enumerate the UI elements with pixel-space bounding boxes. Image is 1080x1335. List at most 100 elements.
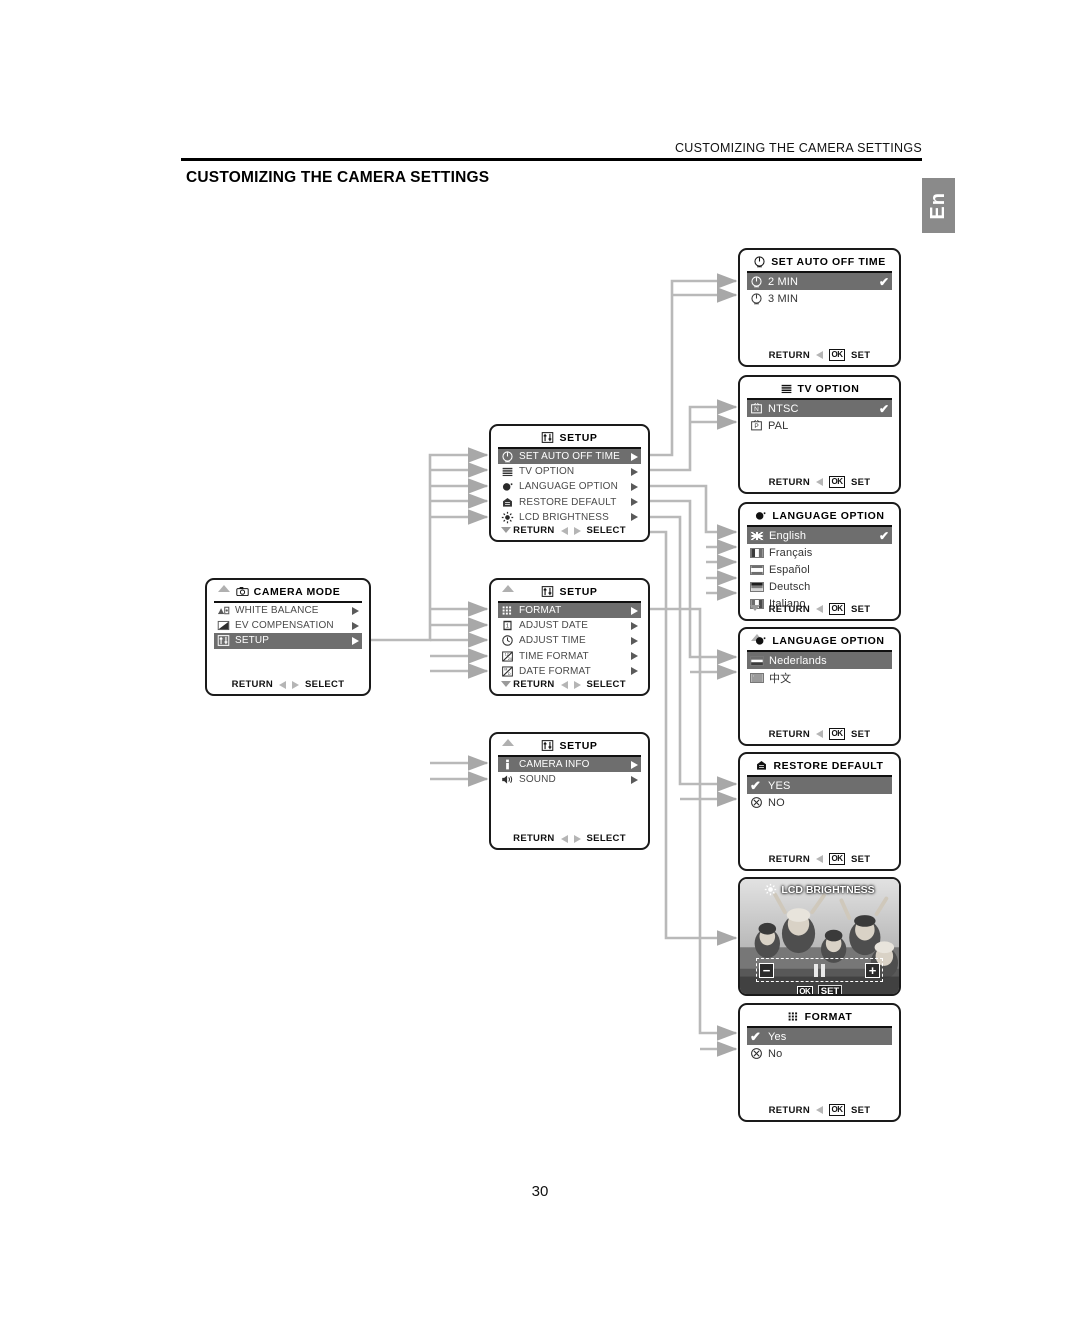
option-ntsc[interactable]: N NTSC ✔ [747, 400, 892, 417]
option-yes[interactable]: ✔ Yes [747, 1028, 892, 1045]
left-arrow-icon[interactable] [816, 351, 823, 359]
menu-item-camera-info[interactable]: CAMERA INFO [498, 757, 641, 773]
ok-button-icon[interactable]: OK [829, 476, 845, 488]
flag-china-icon: * [750, 672, 764, 683]
option-label: 3 MIN [768, 292, 799, 305]
check-icon: ✔ [878, 528, 889, 543]
ok-button-icon[interactable]: OK [829, 728, 845, 740]
svg-text:M: M [504, 668, 507, 672]
option-no[interactable]: No [747, 1045, 892, 1062]
brightness-increase-button[interactable]: + [865, 962, 880, 978]
option-espanol[interactable]: Español [747, 561, 892, 578]
flag-uk-icon [750, 530, 764, 541]
language-globe-icon [756, 512, 766, 520]
screen-lcd-brightness: LCD BRIGHTNESS − + OK SET [738, 877, 901, 996]
menu-item-label: TV OPTION [519, 466, 575, 478]
scroll-down-caret-icon[interactable] [501, 527, 511, 533]
auto-off-clock-icon [502, 451, 513, 463]
footer-select-label: SELECT [586, 525, 626, 536]
info-icon [506, 759, 509, 770]
menu-item-format[interactable]: FORMAT [498, 603, 641, 619]
option-rows: ✔ YES NO [740, 777, 899, 811]
menu-item-lcd-brightness[interactable]: LCD BRIGHTNESS [498, 510, 641, 525]
check-icon: ✔ [750, 778, 761, 793]
option-2-min[interactable]: 2 MIN ✔ [747, 273, 892, 290]
auto-off-clock-icon [754, 256, 765, 268]
menu-item-adjust-time[interactable]: ADJUST TIME [498, 633, 641, 648]
ok-button-icon[interactable]: OK [796, 985, 813, 994]
scroll-down-caret-icon[interactable] [501, 681, 511, 687]
option-no[interactable]: NO [747, 794, 892, 811]
right-arrow-icon[interactable] [292, 680, 300, 689]
setup-icon [217, 635, 230, 647]
option-chinese[interactable]: * 中文 [747, 669, 892, 686]
screen-title: SETUP [491, 426, 648, 447]
left-arrow-icon[interactable] [560, 526, 568, 535]
footer-return-label: RETURN [768, 603, 810, 615]
option-yes[interactable]: ✔ YES [747, 777, 892, 794]
menu-item-restore-default[interactable]: RESTORE DEFAULT [498, 495, 641, 510]
left-arrow-icon[interactable] [816, 1106, 823, 1114]
submenu-arrow-icon [631, 667, 638, 676]
screen-title: LCD BRIGHTNESS [740, 883, 899, 896]
ok-button-icon[interactable]: OK [829, 349, 845, 361]
brightness-slider[interactable]: − + [756, 958, 883, 982]
option-pal[interactable]: P PAL [747, 417, 892, 434]
menu-item-label: RESTORE DEFAULT [519, 496, 617, 508]
option-label: 2 MIN [768, 275, 799, 288]
time-format-icon: 12 24 [502, 651, 513, 662]
brightness-level-ticks [814, 963, 825, 977]
ok-button-icon[interactable]: OK [829, 603, 845, 615]
left-arrow-icon[interactable] [279, 680, 287, 689]
screen-footer: RETURN OK SET [740, 349, 899, 361]
footer-select-label: SELECT [586, 679, 626, 690]
screen-tv-option: TV OPTION N NTSC ✔ P PAL RETURN OK SET [738, 375, 901, 494]
right-arrow-icon[interactable] [573, 680, 581, 689]
screen-title: TV OPTION [740, 377, 899, 398]
menu-item-tv-option[interactable]: TV OPTION [498, 464, 641, 479]
option-deutsch[interactable]: Deutsch [747, 578, 892, 595]
menu-item-set-auto-off-time[interactable]: SET AUTO OFF TIME [498, 449, 641, 465]
screen-footer: RETURN SELECT [207, 679, 369, 690]
setup-icon [542, 740, 554, 751]
screen-footer: RETURN OK SET [740, 476, 899, 488]
screen-language-option-page2: LANGUAGE OPTION Nederlands * 中文 RETURN O… [738, 627, 901, 746]
brightness-decrease-button[interactable]: − [759, 962, 774, 978]
option-label: YES [768, 779, 791, 792]
ok-button-icon[interactable]: OK [829, 1104, 845, 1116]
menu-item-setup[interactable]: SETUP [214, 633, 362, 649]
left-arrow-icon[interactable] [816, 855, 823, 863]
left-arrow-icon[interactable] [560, 834, 568, 843]
left-arrow-icon[interactable] [816, 605, 823, 613]
menu-item-adjust-date[interactable]: 1 ADJUST DATE [498, 618, 641, 633]
menu-item-label: EV COMPENSATION [235, 620, 334, 632]
menu-item-ev-compensation[interactable]: EV COMPENSATION [214, 618, 362, 633]
flag-germany-icon [750, 581, 764, 592]
menu-item-sound[interactable]: SOUND [498, 772, 641, 787]
ok-button-icon[interactable]: OK [829, 853, 845, 865]
manual-page: CUSTOMIZING THE CAMERA SETTINGS CUSTOMIZ… [0, 0, 1080, 1335]
submenu-arrow-icon [631, 467, 638, 476]
option-nederlands[interactable]: Nederlands [747, 652, 892, 669]
footer-set-label: SET [851, 603, 871, 615]
footer-set-label: SET [851, 1104, 871, 1116]
menu-item-language-option[interactable]: LANGUAGE OPTION [498, 479, 641, 494]
left-arrow-icon[interactable] [560, 680, 568, 689]
menu-item-white-balance[interactable]: WHITE BALANCE [214, 603, 362, 618]
left-arrow-icon[interactable] [816, 478, 823, 486]
screen-title-label: CAMERA MODE [253, 585, 341, 598]
right-arrow-icon[interactable] [573, 526, 581, 535]
screen-footer: RETURN OK SET [740, 603, 899, 615]
right-arrow-icon[interactable] [573, 834, 581, 843]
menu-item-time-format[interactable]: 12 24 TIME FORMAT [498, 649, 641, 664]
svg-text:P: P [754, 423, 758, 430]
left-arrow-icon[interactable] [816, 730, 823, 738]
screen-footer: OK SET [740, 985, 899, 994]
screen-title: FORMAT [740, 1005, 899, 1026]
option-english[interactable]: English ✔ [747, 527, 892, 544]
option-3-min[interactable]: 3 MIN [747, 290, 892, 307]
menu-item-label: WHITE BALANCE [235, 605, 319, 617]
menu-item-date-format[interactable]: M D DATE FORMAT [498, 664, 641, 679]
option-francais[interactable]: Français [747, 544, 892, 561]
scroll-down-caret-icon[interactable] [750, 605, 760, 611]
